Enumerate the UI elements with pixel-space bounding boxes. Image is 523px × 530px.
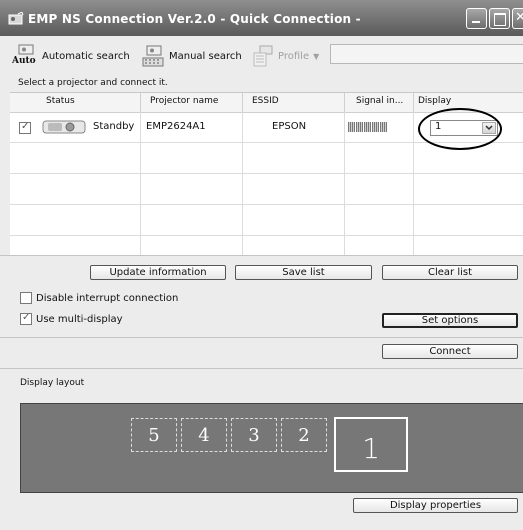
- divider: [0, 255, 523, 256]
- maximize-icon: [494, 13, 506, 26]
- close-icon: ✕: [515, 10, 523, 25]
- use-multi-display-option[interactable]: ✓ Use multi-display: [20, 312, 123, 325]
- close-button[interactable]: ✕: [512, 8, 523, 29]
- use-multi-display-checkbox[interactable]: ✓: [20, 312, 32, 325]
- automatic-search-icon: Auto: [12, 43, 38, 69]
- display-slot-5[interactable]: 5: [131, 418, 177, 452]
- profile-label: Profile: [278, 50, 310, 62]
- disable-interrupt-checkbox[interactable]: [20, 292, 32, 304]
- projector-icon: [42, 120, 86, 134]
- profile-icon: [253, 45, 273, 67]
- display-properties-button[interactable]: Display properties: [353, 498, 518, 513]
- manual-search-label: Manual search: [169, 50, 242, 62]
- use-multi-display-label: Use multi-display: [36, 313, 123, 325]
- status-text: Standby: [93, 121, 135, 132]
- toolbar: Auto Automatic search Manual search Prof…: [0, 36, 523, 74]
- display-slot-3[interactable]: 3: [231, 418, 277, 452]
- automatic-search-button[interactable]: Auto Automatic search: [12, 44, 130, 68]
- row-checkbox[interactable]: ✓: [19, 121, 31, 134]
- set-options-button[interactable]: Set options: [382, 313, 518, 328]
- window-title: EMP NS Connection Ver.2.0 - Quick Connec…: [28, 12, 361, 26]
- table-row[interactable]: [10, 174, 523, 205]
- column-status[interactable]: Status: [46, 96, 75, 106]
- display-layout-panel: 5 4 3 2 1: [20, 403, 523, 493]
- minimize-button[interactable]: [466, 8, 487, 29]
- app-icon: [8, 12, 24, 25]
- essid: EPSON: [272, 121, 307, 132]
- display-slot-2[interactable]: 2: [281, 418, 327, 452]
- display-layout-label: Display layout: [20, 378, 85, 388]
- disable-interrupt-option[interactable]: Disable interrupt connection: [20, 292, 178, 304]
- highlight-circle: [418, 108, 502, 150]
- maximize-button[interactable]: [489, 8, 510, 29]
- disable-interrupt-label: Disable interrupt connection: [36, 292, 179, 304]
- instruction-text: Select a projector and connect it.: [18, 78, 168, 88]
- minimize-icon: [472, 21, 480, 23]
- manual-search-button[interactable]: Manual search: [141, 44, 242, 68]
- profile-combo[interactable]: [330, 44, 523, 64]
- clear-list-button[interactable]: Clear list: [382, 265, 518, 280]
- manual-search-icon: [142, 45, 164, 67]
- update-information-button[interactable]: Update information: [90, 265, 226, 280]
- profile-dropdown-icon: ▼: [313, 51, 320, 61]
- profile-button[interactable]: Profile ▼: [252, 44, 319, 68]
- connect-button[interactable]: Connect: [382, 344, 518, 359]
- display-slot-4[interactable]: 4: [181, 418, 227, 452]
- column-essid[interactable]: ESSID: [252, 96, 279, 106]
- divider: [0, 368, 523, 369]
- title-bar[interactable]: EMP NS Connection Ver.2.0 - Quick Connec…: [0, 0, 523, 36]
- display-slot-1[interactable]: 1: [334, 417, 408, 472]
- checkmark-icon: ✓: [21, 121, 30, 132]
- automatic-search-label: Automatic search: [42, 50, 130, 62]
- divider: [0, 337, 523, 338]
- table-row[interactable]: [10, 236, 523, 256]
- signal-strength: [348, 122, 387, 132]
- column-projector-name[interactable]: Projector name: [150, 96, 218, 106]
- column-display[interactable]: Display: [418, 96, 451, 106]
- table-row[interactable]: [10, 205, 523, 236]
- projector-name: EMP2624A1: [146, 121, 206, 132]
- quick-connection-window: EMP NS Connection Ver.2.0 - Quick Connec…: [0, 0, 523, 530]
- auto-badge: Auto: [12, 56, 36, 66]
- column-signal[interactable]: Signal in...: [356, 96, 403, 106]
- save-list-button[interactable]: Save list: [235, 265, 372, 280]
- checkmark-icon: ✓: [22, 312, 31, 323]
